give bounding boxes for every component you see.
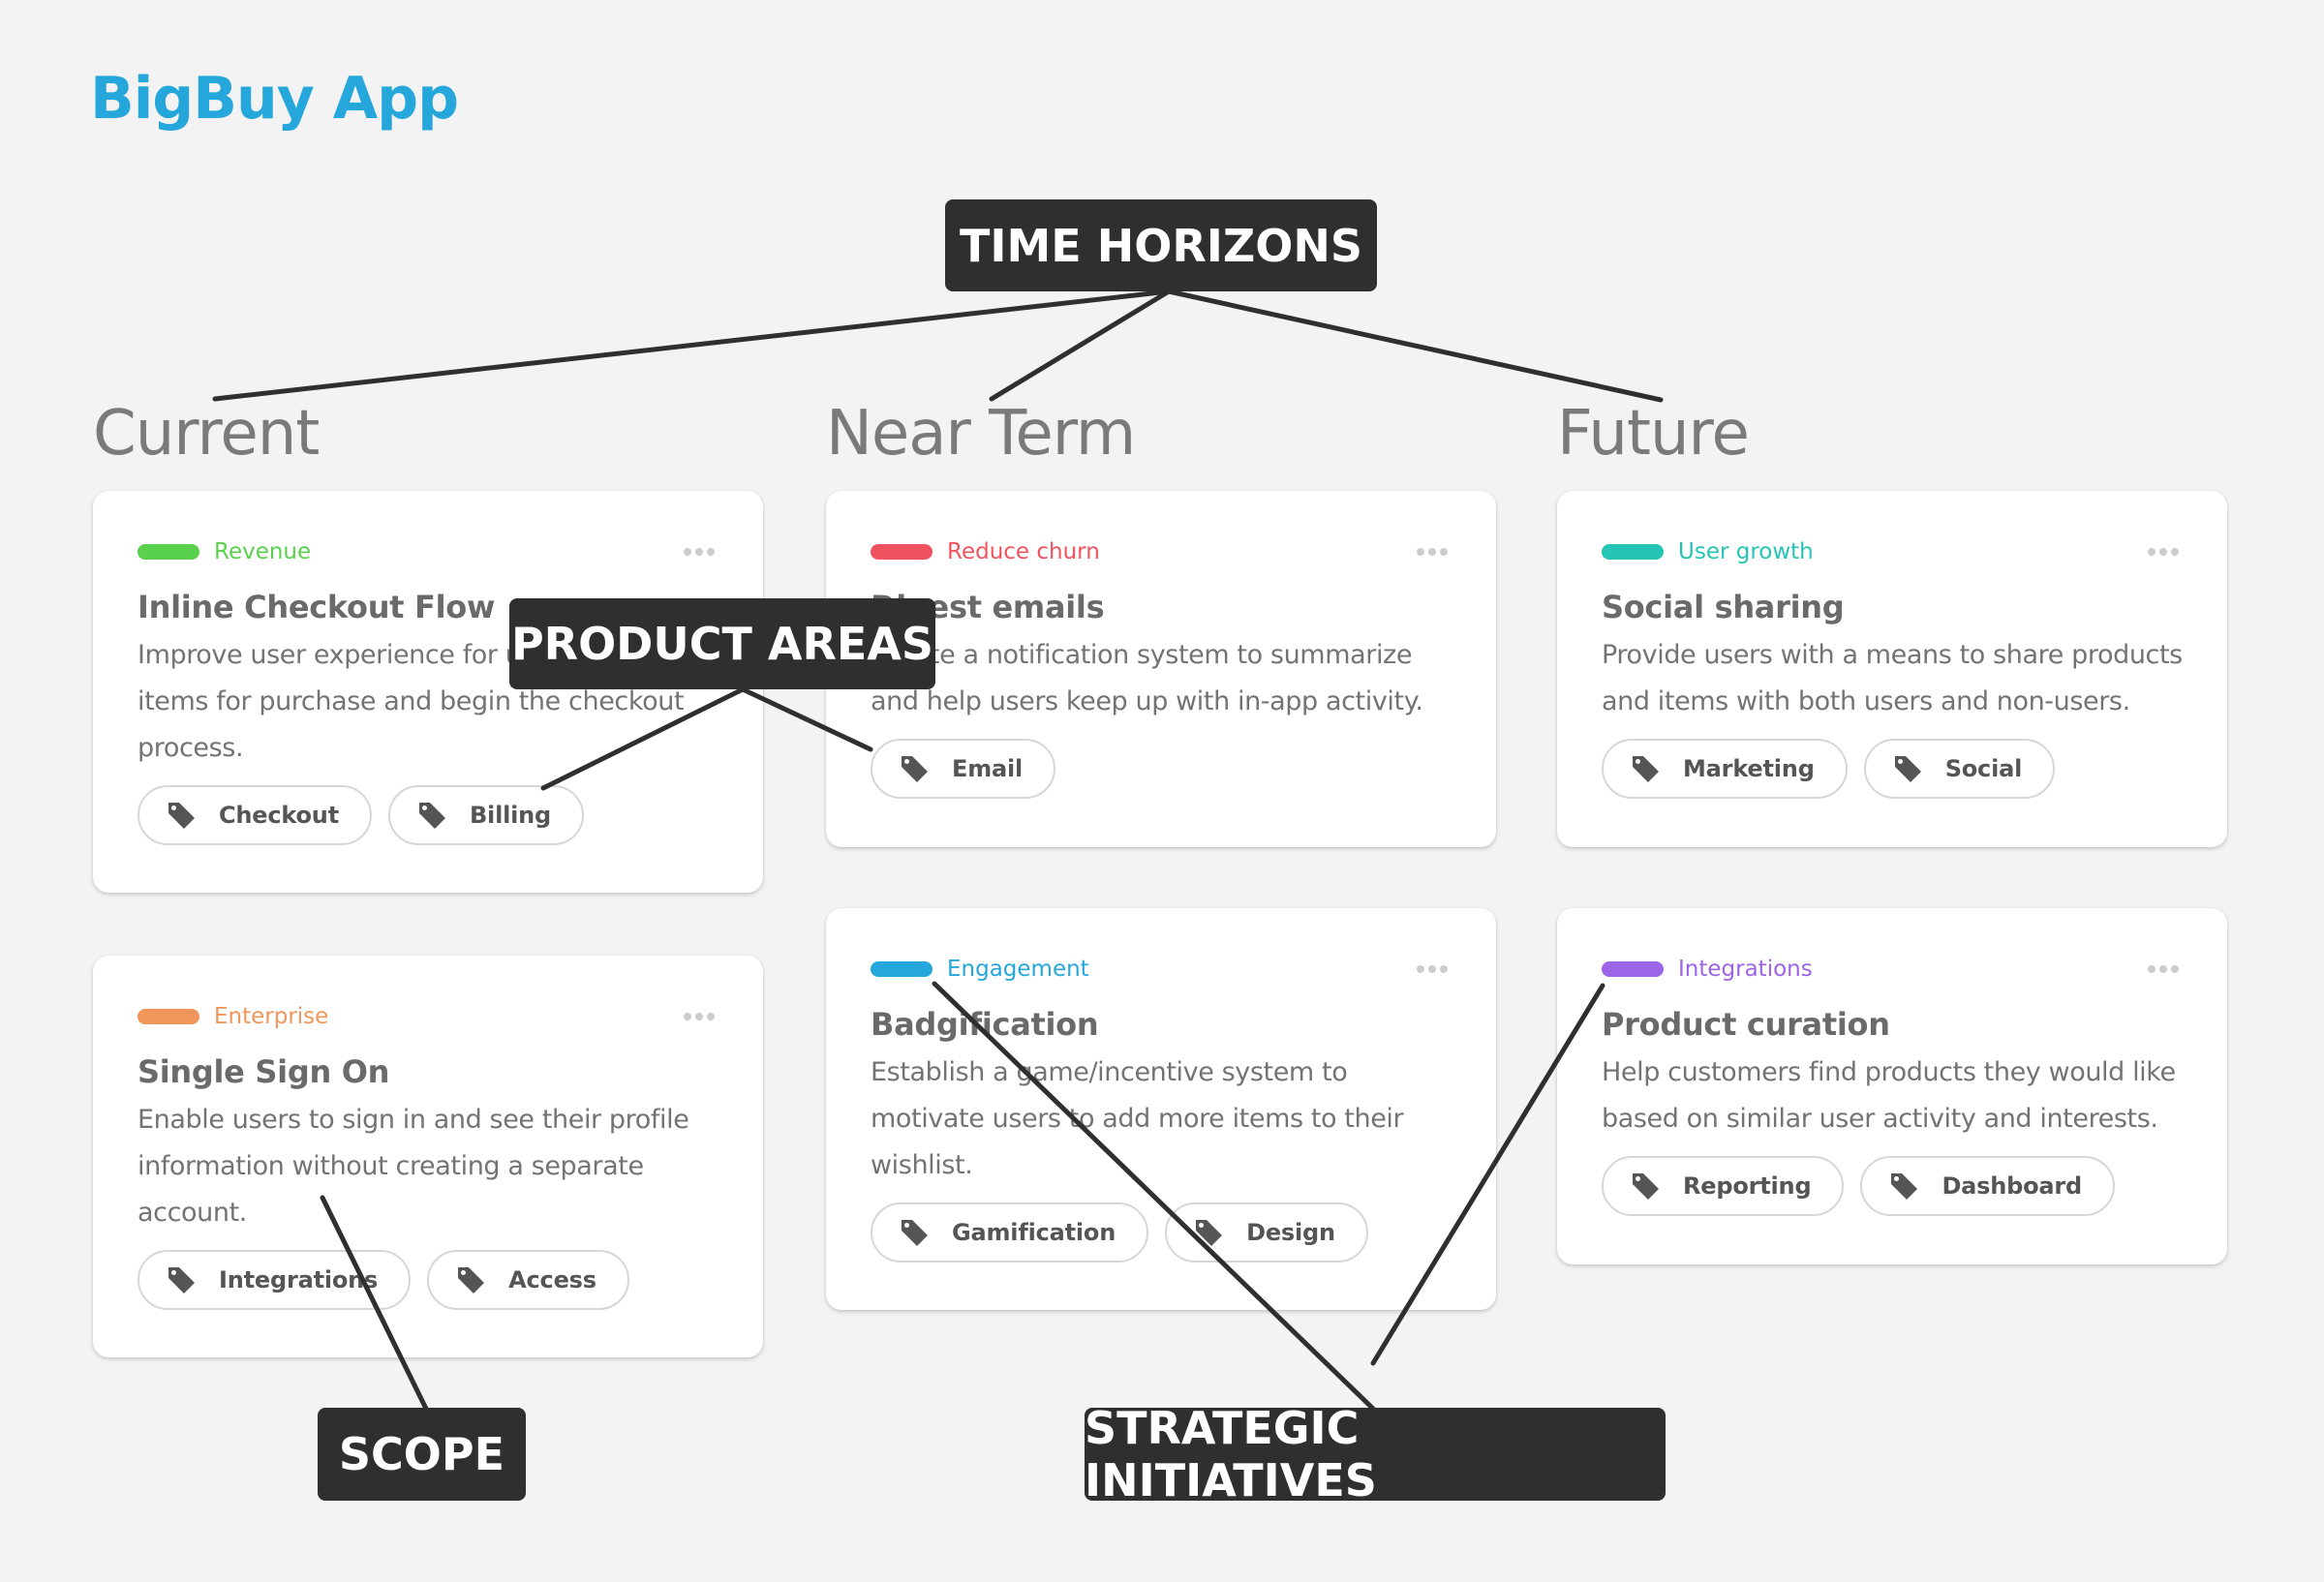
card-label[interactable]: Revenue [214,539,311,564]
tag-label: Reporting [1683,1172,1812,1200]
tag-chip-social[interactable]: Social [1863,739,2056,799]
more-horizontal-icon[interactable] [2148,965,2179,973]
tag-label: Email [952,755,1024,782]
label-color-pill [1602,544,1664,560]
column-heading-current: Current [93,398,320,470]
label-color-pill [138,1009,199,1024]
tag-list: Checkout Billing [138,785,719,845]
tag-chip-email[interactable]: Email [871,739,1056,799]
callout-scope: SCOPE [318,1408,526,1501]
more-horizontal-icon[interactable] [684,1013,715,1020]
tag-icon [167,800,198,831]
tag-chip-marketing[interactable]: Marketing [1602,739,1848,799]
connector-time-horizons-future [1166,289,1664,403]
roadmap-card-social-sharing[interactable]: User growth Social sharing Provide users w… [1557,491,2227,847]
column-heading-future: Future [1557,398,1750,470]
tag-label: Marketing [1683,755,1815,782]
card-description: Help customers find products they would … [1602,1057,2176,1134]
card-header: Revenue [138,539,719,564]
tag-label: Dashboard [1942,1172,2083,1200]
connector-time-horizons-near-term [989,289,1172,402]
tag-list: Marketing Social [1602,739,2183,799]
roadmap-card-single-sign-on[interactable]: Enterprise Single Sign On Enable users to … [93,956,763,1357]
tag-label: Design [1246,1219,1335,1246]
tag-list: Gamification Design [871,1202,1452,1263]
card-description: Enable users to sign in and see their pr… [138,1105,689,1228]
card-label[interactable]: Integrations [1678,957,1813,982]
tag-label: Billing [469,802,552,829]
card-label[interactable]: Engagement [947,957,1089,982]
app-title: BigBuy App [90,65,459,133]
card-title[interactable]: Single Sign On [138,1050,719,1093]
tag-icon [900,1217,931,1248]
card-title[interactable]: Social sharing [1602,586,2183,628]
card-title[interactable]: Product curation [1602,1003,2183,1046]
column-heading-near-term: Near Term [826,398,1136,470]
more-horizontal-icon[interactable] [1417,965,1448,973]
tag-list: Email [871,739,1452,799]
card-header: Integrations [1602,957,2183,982]
card-description: Establish a game/incentive system to mot… [871,1057,1404,1180]
callout-product-areas: PRODUCT AREAS [509,598,935,689]
label-color-pill [1602,961,1664,977]
tag-icon [417,800,448,831]
tag-label: Access [508,1266,596,1293]
label-color-pill [138,544,199,560]
card-label[interactable]: Enterprise [214,1004,328,1029]
label-color-pill [871,961,933,977]
card-description: Provide users with a means to share prod… [1602,640,2183,716]
tag-icon [456,1264,487,1295]
more-horizontal-icon[interactable] [684,548,715,556]
tag-chip-reporting[interactable]: Reporting [1602,1156,1845,1216]
roadmap-card-product-curation[interactable]: Integrations Product curation Help custome… [1557,908,2227,1264]
card-label[interactable]: User growth [1678,539,1814,564]
tag-chip-billing[interactable]: Billing [387,785,585,845]
tag-list: Integrations Access [138,1250,719,1310]
tag-label: Social [1944,755,2023,782]
callout-time-horizons: TIME HORIZONS [945,199,1377,291]
tag-icon [1889,1171,1920,1202]
card-title[interactable]: Digest emails [871,586,1452,628]
tag-chip-dashboard[interactable]: Dashboard [1860,1156,2116,1216]
card-header: Enterprise [138,1004,719,1029]
tag-label: Gamification [952,1219,1116,1246]
tag-chip-design[interactable]: Design [1165,1202,1368,1263]
tag-icon [1893,753,1924,784]
card-header: Engagement [871,957,1452,982]
tag-icon [900,753,931,784]
tag-chip-gamification[interactable]: Gamification [871,1202,1149,1263]
card-label[interactable]: Reduce churn [947,539,1100,564]
tag-label: Integrations [219,1266,379,1293]
more-horizontal-icon[interactable] [1417,548,1448,556]
card-description: Create a notification system to summariz… [871,640,1423,716]
tag-chip-integrations[interactable]: Integrations [138,1250,412,1310]
roadmap-card-badgification[interactable]: Engagement Badgification Establish a game/… [826,908,1496,1310]
card-header: Reduce churn [871,539,1452,564]
card-header: User growth [1602,539,2183,564]
tag-icon [1631,1171,1662,1202]
connector-time-horizons-current [212,289,1172,402]
label-color-pill [871,544,933,560]
tag-chip-access[interactable]: Access [427,1250,629,1310]
tag-icon [1631,753,1662,784]
tag-icon [1194,1217,1225,1248]
callout-strategic-initiatives: STRATEGIC INITIATIVES [1085,1402,1666,1506]
tag-chip-checkout[interactable]: Checkout [138,785,372,845]
tag-list: Reporting Dashboard [1602,1156,2183,1216]
tag-label: Checkout [219,802,339,829]
roadmap-card-inline-checkout-flow[interactable]: Revenue Inline Checkout Flow Improve user … [93,491,763,893]
card-title[interactable]: Badgification [871,1003,1452,1046]
tag-icon [167,1264,198,1295]
more-horizontal-icon[interactable] [2148,548,2179,556]
